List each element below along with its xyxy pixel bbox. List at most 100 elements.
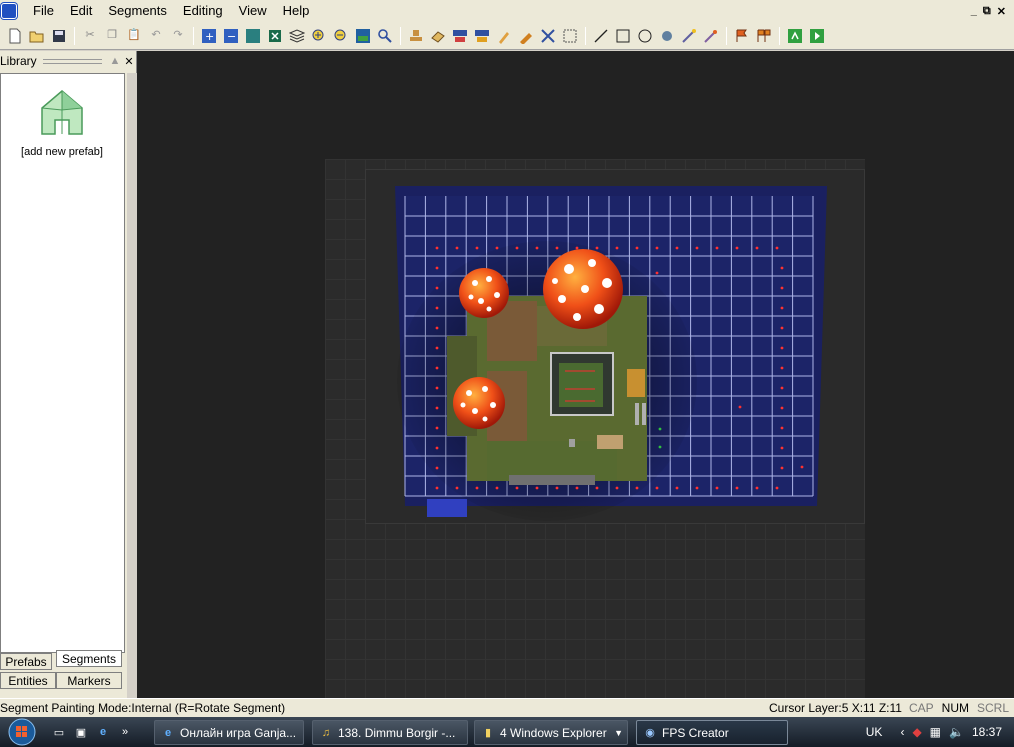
- add-layer-icon[interactable]: +: [200, 26, 219, 45]
- group-chevron-icon[interactable]: ▼: [614, 728, 623, 738]
- quick-launch-more-icon[interactable]: »: [116, 723, 134, 741]
- light-icon[interactable]: [702, 26, 721, 45]
- undo-icon[interactable]: ↶: [147, 26, 166, 45]
- cross-icon[interactable]: [266, 26, 285, 45]
- show-desktop-icon[interactable]: ▭: [50, 723, 68, 741]
- zoom-in-icon[interactable]: [310, 26, 329, 45]
- wand-icon[interactable]: [680, 26, 699, 45]
- view-icon[interactable]: [244, 26, 263, 45]
- app-icon: ◉: [645, 727, 655, 739]
- toolbar-separator: [779, 26, 780, 45]
- menu-segments[interactable]: Segments: [100, 1, 175, 21]
- mushroom-bottom-left[interactable]: [453, 377, 505, 429]
- entity-icon[interactable]: [658, 26, 677, 45]
- build-game-icon[interactable]: [808, 26, 827, 45]
- copy-icon[interactable]: ❐: [103, 26, 122, 45]
- grid-icon[interactable]: [561, 26, 580, 45]
- library-grip[interactable]: [42, 58, 102, 64]
- switch-windows-icon[interactable]: ▣: [72, 723, 90, 741]
- task-explorer[interactable]: ▮ 4 Windows Explorer ▼: [474, 720, 628, 745]
- waypoint-dot: [435, 306, 439, 310]
- level-map[interactable]: [137, 51, 1014, 698]
- save-icon[interactable]: [50, 26, 69, 45]
- eraser-icon[interactable]: [429, 26, 448, 45]
- paste-icon[interactable]: 📋: [125, 26, 144, 45]
- volume-icon[interactable]: 🔈: [949, 725, 964, 739]
- svg-text:+: +: [205, 30, 214, 43]
- layers-icon[interactable]: [288, 26, 307, 45]
- tray-expand-icon[interactable]: ‹: [900, 725, 904, 739]
- toolbar-separator: [400, 26, 401, 45]
- circle-icon[interactable]: [636, 26, 655, 45]
- menu-file[interactable]: File: [25, 1, 62, 21]
- tab-segments[interactable]: Segments: [56, 650, 122, 667]
- menu-edit[interactable]: Edit: [62, 1, 100, 21]
- clock[interactable]: 18:37: [972, 725, 1002, 739]
- waypoint-dot: [675, 246, 679, 250]
- task-fps-creator[interactable]: ◉ FPS Creator: [636, 720, 788, 745]
- svg-text:−: −: [227, 30, 236, 43]
- cut-icon[interactable]: ✂: [81, 26, 100, 45]
- menu-view[interactable]: View: [231, 1, 275, 21]
- ie-icon[interactable]: e: [94, 723, 112, 741]
- waypoint-dot: [475, 486, 479, 490]
- zoom-out-icon[interactable]: [332, 26, 351, 45]
- spray-icon[interactable]: [517, 26, 536, 45]
- paint-icon[interactable]: [451, 26, 470, 45]
- waypoint-dot: [555, 246, 559, 250]
- waypoint-dot: [655, 486, 659, 490]
- minimize-button[interactable]: _: [971, 5, 977, 18]
- picker-icon[interactable]: [473, 26, 492, 45]
- waypoint-dot: [780, 446, 784, 450]
- task-browser[interactable]: e Онлайн игра Ganja...: [154, 720, 304, 745]
- app-icon[interactable]: [1, 3, 17, 19]
- waypoint-dot: [655, 246, 659, 250]
- waypoint-dot: [595, 486, 599, 490]
- start-button[interactable]: [2, 717, 40, 747]
- menu-editing[interactable]: Editing: [175, 1, 231, 21]
- map-viewport[interactable]: [137, 51, 1014, 698]
- waypoint-dot: [780, 306, 784, 310]
- new-icon[interactable]: [6, 26, 25, 45]
- task-media[interactable]: ♫ 138. Dimmu Borgir -...: [312, 720, 468, 745]
- flags-icon[interactable]: [755, 26, 774, 45]
- stamp-icon[interactable]: [407, 26, 426, 45]
- task-explorer-label: 4 Windows Explorer: [500, 725, 607, 740]
- add-new-prefab-label: [add new prefab]: [21, 146, 103, 158]
- library-splitter[interactable]: [127, 73, 137, 698]
- tab-entities[interactable]: Entities: [0, 672, 56, 689]
- prefab-list: [add new prefab]: [0, 73, 125, 653]
- test-game-icon[interactable]: [786, 26, 805, 45]
- remove-layer-icon[interactable]: −: [222, 26, 241, 45]
- add-new-prefab[interactable]: [add new prefab]: [7, 88, 117, 158]
- waypoint-dot: [435, 326, 439, 330]
- rectangle-icon[interactable]: [614, 26, 633, 45]
- open-icon[interactable]: [28, 26, 47, 45]
- select-icon[interactable]: [539, 26, 558, 45]
- tray-app-icon[interactable]: ◆: [912, 725, 921, 739]
- library-header: Library ▲ ✕: [0, 51, 136, 71]
- language-indicator[interactable]: UK: [866, 725, 883, 739]
- flag-icon[interactable]: [733, 26, 752, 45]
- library-close-icon[interactable]: ✕: [122, 55, 136, 68]
- mushroom-large[interactable]: [543, 249, 623, 329]
- tab-markers[interactable]: Markers: [56, 672, 122, 689]
- waypoint-dot: [435, 406, 439, 410]
- restore-button[interactable]: ⧉: [983, 5, 991, 18]
- map-icon[interactable]: [354, 26, 373, 45]
- close-button[interactable]: ✕: [997, 5, 1006, 18]
- library-collapse-icon[interactable]: ▲: [108, 55, 122, 67]
- waypoint-dot: [435, 366, 439, 370]
- redo-icon[interactable]: ↷: [169, 26, 188, 45]
- waypoint-dot: [555, 486, 559, 490]
- search-icon[interactable]: [376, 26, 395, 45]
- brush-icon[interactable]: [495, 26, 514, 45]
- menu-help[interactable]: Help: [275, 1, 318, 21]
- mushroom-top-left[interactable]: [459, 268, 509, 318]
- line-icon[interactable]: [592, 26, 611, 45]
- waypoint-dot: [735, 246, 739, 250]
- tab-prefabs[interactable]: Prefabs: [0, 653, 52, 670]
- waypoint-dot: [435, 386, 439, 390]
- waypoint-dot: [435, 286, 439, 290]
- network-icon[interactable]: ▦: [930, 725, 941, 739]
